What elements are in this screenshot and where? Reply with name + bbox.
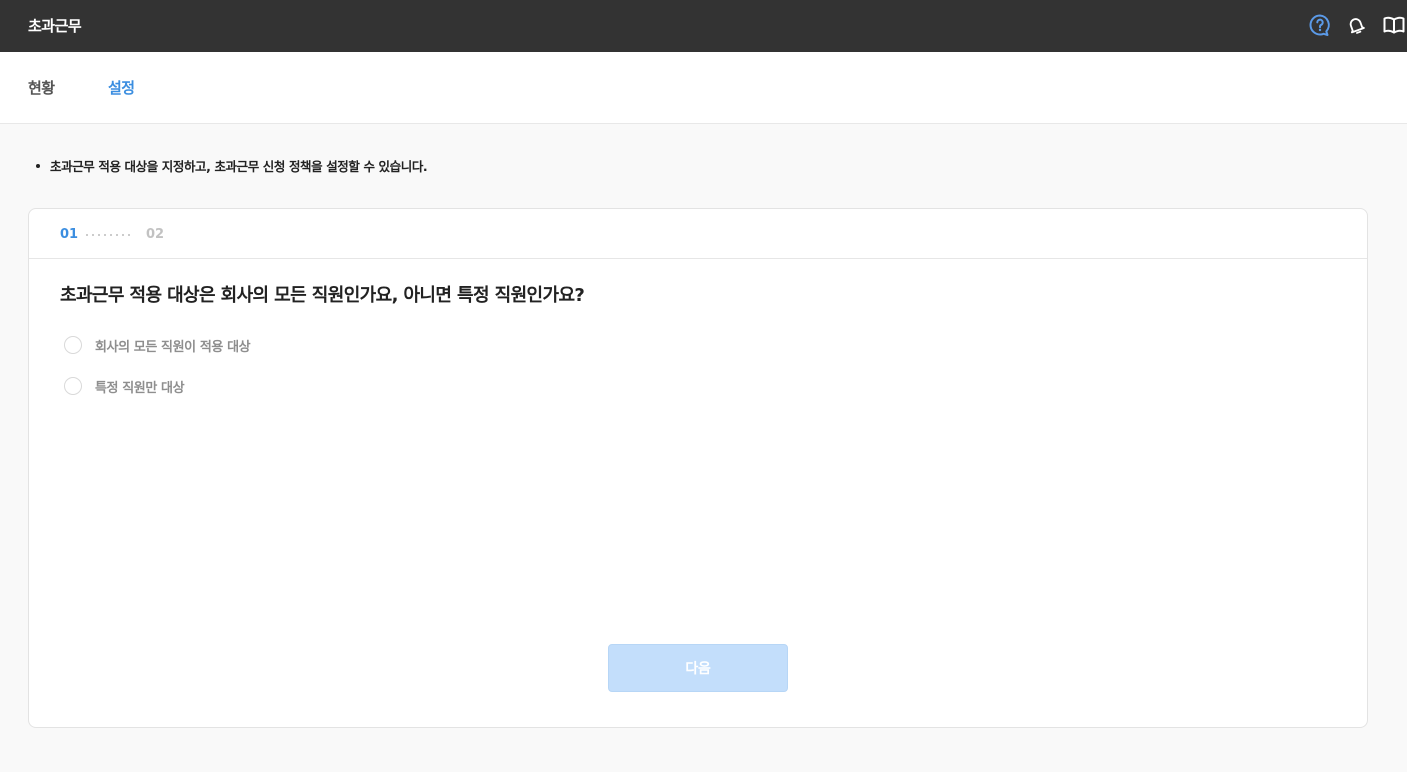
top-bar: 초과근무 bbox=[0, 0, 1407, 52]
app-title: 초과근무 bbox=[28, 17, 82, 35]
tab-status[interactable]: 현황 bbox=[28, 77, 55, 98]
help-button[interactable] bbox=[1307, 12, 1333, 38]
guide-button[interactable] bbox=[1381, 12, 1407, 38]
book-icon bbox=[1383, 16, 1405, 34]
step-2: 02 bbox=[146, 227, 165, 242]
next-button[interactable]: 다음 bbox=[608, 644, 788, 692]
bell-icon bbox=[1349, 18, 1365, 34]
step-1: 01 bbox=[60, 227, 79, 242]
option-label: 특정 직원만 대상 bbox=[95, 380, 185, 396]
option-specific-employees[interactable]: 특정 직원만 대상 bbox=[64, 376, 185, 396]
tab-bar: 현황 설정 bbox=[0, 52, 1407, 124]
radio-button[interactable] bbox=[64, 336, 82, 354]
tab-settings[interactable]: 설정 bbox=[108, 77, 135, 98]
bullet-dot bbox=[36, 163, 40, 168]
radio-button[interactable] bbox=[64, 377, 82, 395]
option-all-employees[interactable]: 회사의 모든 직원이 적용 대상 bbox=[64, 335, 251, 355]
notice-text: 초과근무 적용 대상을 지정하고, 초과근무 신청 정책을 설정할 수 있습니다… bbox=[50, 159, 428, 174]
notification-button[interactable] bbox=[1343, 12, 1369, 38]
step-connector bbox=[84, 234, 134, 236]
info-notice: 초과근무 적용 대상을 지정하고, 초과근무 신청 정책을 설정할 수 있습니다… bbox=[36, 156, 428, 175]
help-icon bbox=[1309, 14, 1330, 36]
question-title: 초과근무 적용 대상은 회사의 모든 직원인가요, 아니면 특정 직원인가요? bbox=[60, 285, 585, 306]
step-indicator: 01 02 bbox=[29, 209, 1367, 259]
setup-wizard-card: 01 02 초과근무 적용 대상은 회사의 모든 직원인가요, 아니면 특정 직… bbox=[28, 208, 1368, 728]
option-label: 회사의 모든 직원이 적용 대상 bbox=[95, 339, 251, 355]
